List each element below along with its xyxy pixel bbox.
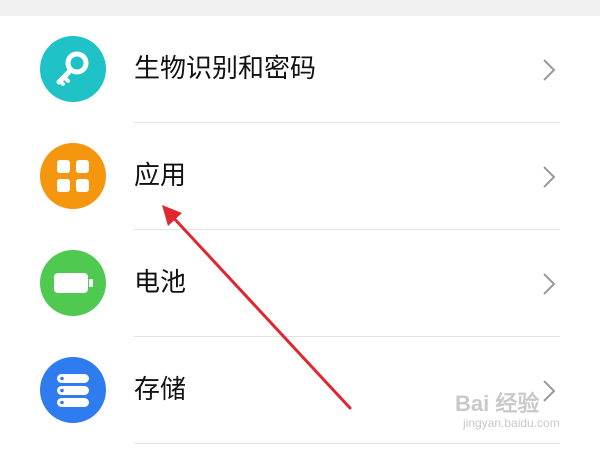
settings-item-battery[interactable]: 电池 xyxy=(0,230,600,337)
chevron-right-icon xyxy=(543,166,556,188)
chevron-right-icon xyxy=(543,273,556,295)
watermark: Bai 经验 jingyan.baidu.com xyxy=(455,386,595,442)
watermark-url: jingyan.baidu.com xyxy=(463,416,560,430)
battery-icon xyxy=(40,250,106,316)
settings-item-label: 应用 xyxy=(134,161,187,191)
chevron-right-icon xyxy=(543,59,556,81)
settings-item-biometrics[interactable]: 生物识别和密码 xyxy=(0,16,600,123)
settings-item-label: 电池 xyxy=(134,268,187,298)
apps-grid-icon xyxy=(40,143,106,209)
settings-item-apps[interactable]: 应用 xyxy=(0,123,600,230)
watermark-logo: Bai 经验 xyxy=(455,391,540,416)
status-band xyxy=(0,0,600,16)
settings-item-label: 生物识别和密码 xyxy=(134,54,317,84)
storage-icon xyxy=(40,357,106,423)
divider xyxy=(134,443,560,444)
settings-item-label: 存储 xyxy=(134,375,187,405)
key-icon xyxy=(40,36,106,102)
